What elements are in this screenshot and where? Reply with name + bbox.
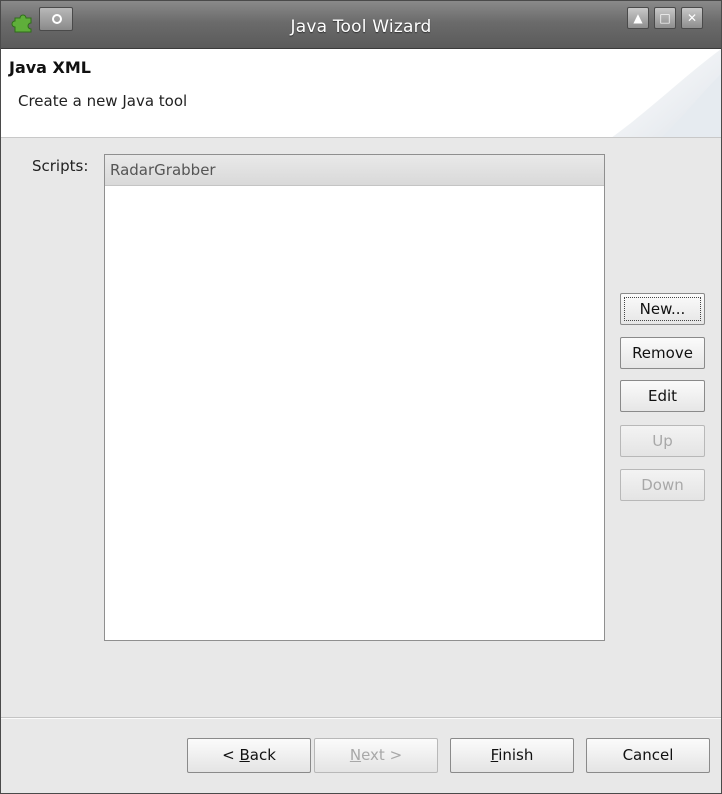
finish-button[interactable]: Finish <box>450 738 574 773</box>
wizard-window: Java Tool Wizard ▲ □ ✕ Java XML Create a… <box>0 0 722 794</box>
finish-label: inish <box>498 746 534 764</box>
edit-button[interactable]: Edit <box>620 380 705 412</box>
back-mnemonic: B <box>239 746 250 764</box>
cancel-button[interactable]: Cancel <box>586 738 710 773</box>
banner-graphic <box>612 49 721 137</box>
next-button[interactable]: Next > <box>314 738 438 773</box>
title-bar[interactable]: Java Tool Wizard ▲ □ ✕ <box>1 1 721 49</box>
page-title: Java XML <box>9 58 91 77</box>
maximize-icon[interactable]: □ <box>654 7 676 29</box>
new-button[interactable]: New... <box>620 293 705 325</box>
next-mnemonic: N <box>349 746 362 764</box>
list-item[interactable]: RadarGrabber <box>105 155 604 186</box>
wizard-header: Java XML Create a new Java tool <box>1 49 721 138</box>
window-title: Java Tool Wizard <box>290 17 432 37</box>
down-button[interactable]: Down <box>620 469 705 501</box>
footer-separator <box>1 717 721 719</box>
back-button[interactable]: < Back <box>187 738 311 773</box>
back-prefix: < <box>222 746 240 764</box>
up-arrow-icon[interactable]: ▲ <box>627 7 649 29</box>
page-description: Create a new Java tool <box>18 92 188 110</box>
scripts-label: Scripts: <box>32 157 89 175</box>
up-button[interactable]: Up <box>620 425 705 457</box>
scripts-list[interactable]: RadarGrabber <box>104 154 605 641</box>
close-icon[interactable]: ✕ <box>681 7 703 29</box>
next-label: ext > <box>361 746 403 764</box>
remove-button[interactable]: Remove <box>620 337 705 369</box>
back-label: ack <box>249 746 276 764</box>
